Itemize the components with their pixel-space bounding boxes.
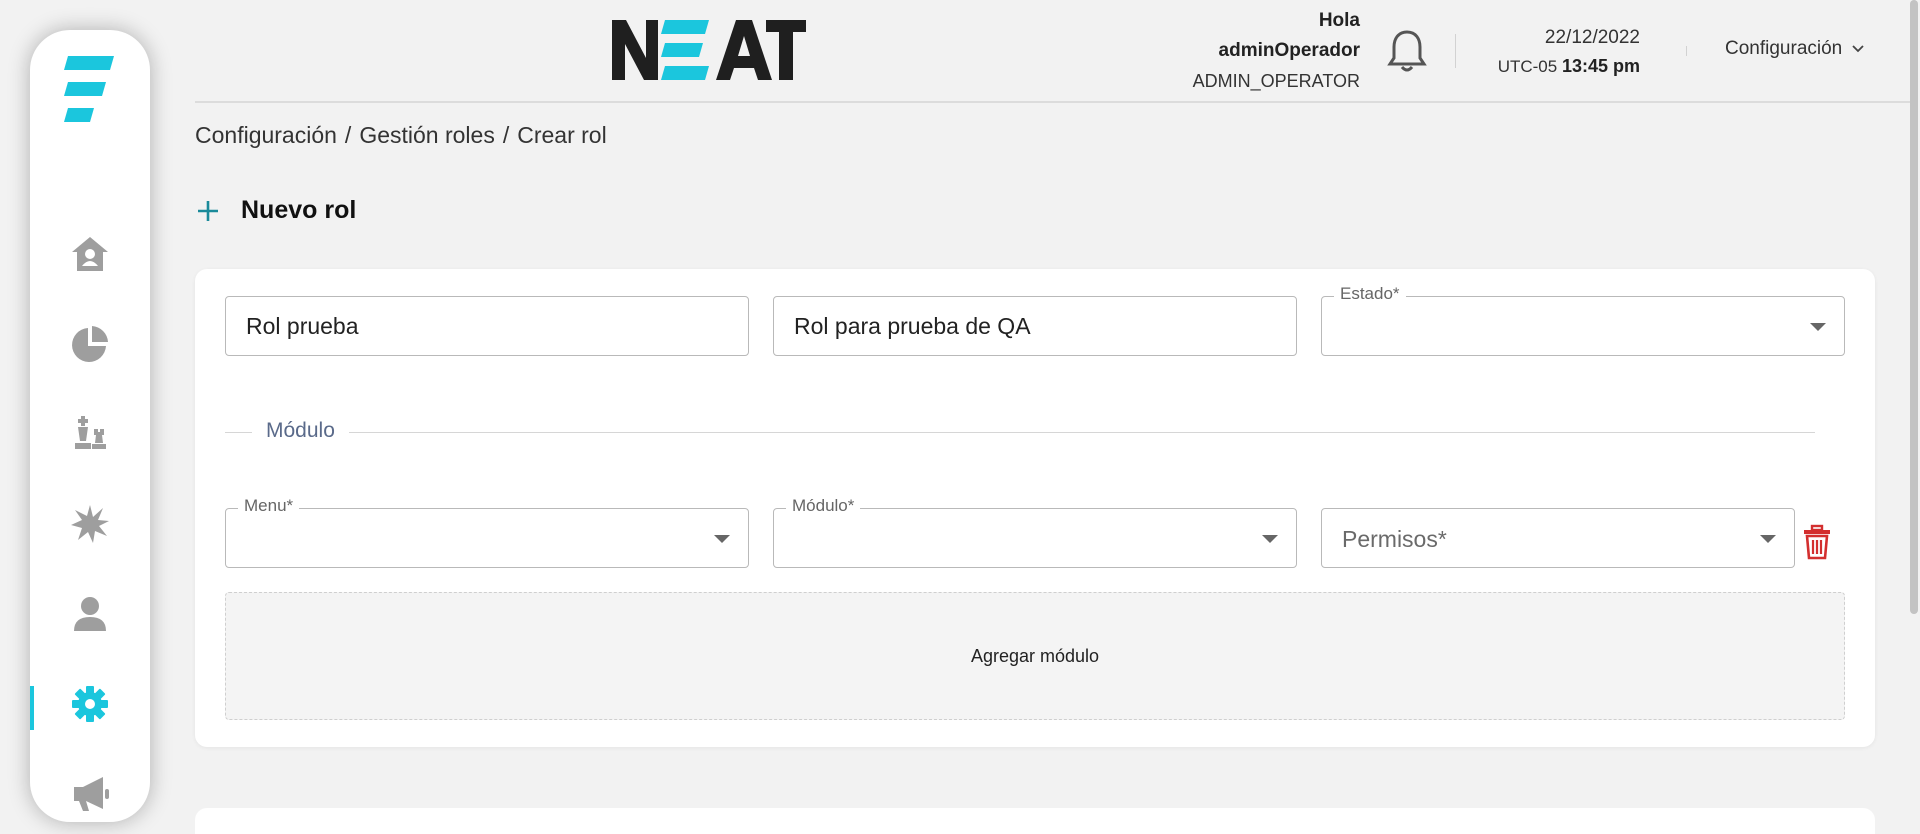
pie-chart-icon [72, 326, 108, 362]
breadcrumb: Configuración / Gestión roles / Crear ro… [195, 122, 607, 149]
sidebar-item-events[interactable] [30, 494, 150, 554]
add-module-label: Agregar módulo [970, 645, 1100, 666]
gear-icon [72, 686, 108, 722]
sidebar-item-home[interactable] [30, 224, 150, 284]
permisos-select[interactable]: Permisos* [1321, 508, 1795, 568]
breadcrumb-separator: / [344, 122, 352, 148]
sidebar-item-dashboard[interactable] [30, 314, 150, 374]
page-scrollbar[interactable] [1910, 0, 1918, 614]
config-dropdown[interactable]: Configuración [1725, 38, 1866, 60]
header-divider-small [1686, 46, 1687, 56]
caret-down-icon [714, 535, 730, 543]
role-description-input[interactable]: Rol para prueba de QA [773, 296, 1297, 356]
current-date: 22/12/2022 [1544, 27, 1640, 48]
secondary-card [195, 808, 1875, 834]
home-icon [72, 237, 108, 271]
caret-down-icon [1810, 323, 1826, 331]
caret-down-icon [1760, 535, 1776, 543]
megaphone-icon [74, 777, 109, 811]
modulo-label: Módulo* [786, 496, 861, 516]
menu-label: Menu* [238, 496, 300, 516]
role-form-card: Rol prueba Rol para prueba de QA Estado*… [195, 269, 1875, 747]
sidebar-item-settings[interactable] [30, 674, 150, 734]
breadcrumb-gestion-roles[interactable]: Gestión roles [359, 122, 495, 149]
modulo-select[interactable]: Módulo* [773, 496, 1297, 568]
chevron-down-icon [1852, 45, 1864, 53]
breadcrumb-separator: / [502, 122, 510, 148]
timezone: UTC-05 [1497, 57, 1558, 76]
sidebar-item-announcements[interactable] [30, 764, 150, 824]
section-divider [225, 432, 1815, 433]
sidebar-item-users[interactable] [30, 584, 150, 644]
permisos-placeholder: Permisos* [1342, 526, 1447, 552]
user-info: Hola adminOperador ADMIN_OPERATOR [1193, 6, 1360, 96]
starburst-icon [71, 505, 109, 543]
role-name-value: Rol prueba [246, 313, 359, 339]
plus-icon [198, 200, 218, 221]
sidebar-item-strategy[interactable] [30, 404, 150, 464]
role-name-input[interactable]: Rol prueba [225, 296, 749, 356]
estado-label: Estado* [1334, 284, 1406, 304]
time-line: UTC-05 13:45 pm [1475, 52, 1640, 81]
user-role: ADMIN_OPERATOR [1192, 71, 1360, 91]
config-dropdown-label: Configuración [1725, 38, 1843, 59]
current-time: 13:45 pm [1561, 56, 1640, 76]
trash-icon[interactable] [1802, 524, 1832, 560]
estado-select[interactable]: Estado* [1321, 284, 1845, 356]
menu-select[interactable]: Menu* [225, 496, 749, 568]
datetime: 22/12/2022 UTC-05 13:45 pm [1475, 24, 1640, 81]
neat-brand-logo [612, 20, 806, 80]
chess-icon [75, 416, 106, 449]
sidebar [30, 30, 150, 822]
role-description-value: Rol para prueba de QA [794, 313, 1031, 339]
username: adminOperador [1218, 40, 1360, 61]
neat-logo-icon [64, 56, 114, 122]
top-header: Hola adminOperador ADMIN_OPERATOR 22/12/… [195, 0, 1915, 103]
header-divider [1455, 34, 1456, 68]
greeting: Hola [1318, 10, 1360, 31]
module-section-label: Módulo [252, 419, 349, 443]
user-icon [74, 597, 106, 631]
caret-down-icon [1262, 535, 1278, 543]
add-module-button[interactable]: Agregar módulo [225, 592, 1845, 720]
breadcrumb-configuracion[interactable]: Configuración [195, 122, 337, 149]
bell-icon[interactable] [1385, 28, 1429, 74]
page-title: Nuevo rol [241, 196, 357, 224]
page-title-row: Nuevo rol [195, 196, 356, 225]
breadcrumb-crear-rol: Crear rol [517, 122, 607, 148]
